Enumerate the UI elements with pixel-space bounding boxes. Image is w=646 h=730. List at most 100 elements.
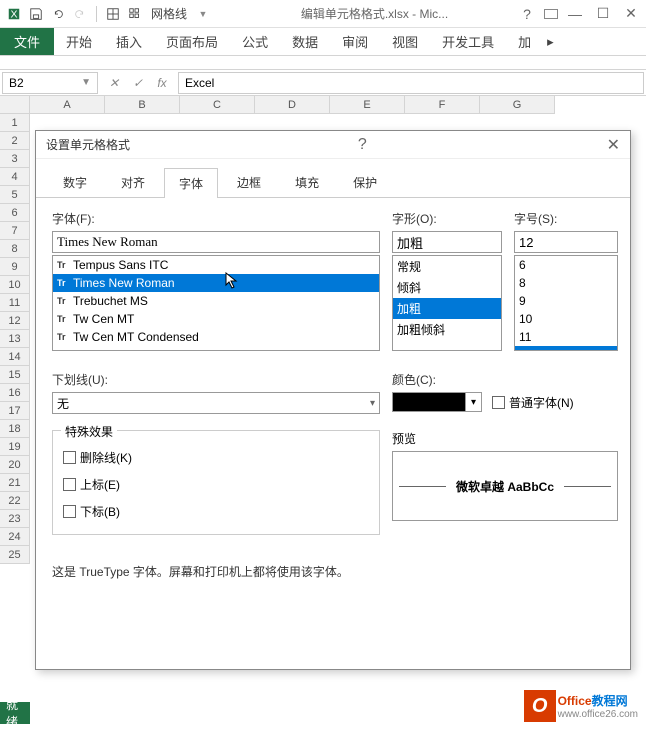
font-listbox[interactable]: TrTempus Sans ITC TrTimes New Roman TrTr… bbox=[52, 255, 380, 351]
size-input[interactable] bbox=[514, 231, 618, 253]
ribbon-overflow-icon[interactable]: ▸ bbox=[543, 28, 558, 55]
tab-data[interactable]: 数据 bbox=[280, 28, 330, 55]
tab-alignment[interactable]: 对齐 bbox=[106, 167, 160, 197]
fx-icon[interactable]: fx bbox=[152, 73, 172, 93]
row-header[interactable]: 9 bbox=[0, 258, 30, 276]
tab-layout[interactable]: 页面布局 bbox=[154, 28, 230, 55]
list-item[interactable]: 11 bbox=[515, 328, 617, 346]
size-listbox[interactable]: 6 8 9 10 11 12 bbox=[514, 255, 618, 351]
dialog-close-icon[interactable]: ✕ bbox=[607, 135, 620, 155]
row-header[interactable]: 2 bbox=[0, 132, 30, 150]
list-item[interactable]: 8 bbox=[515, 274, 617, 292]
borders-icon[interactable] bbox=[103, 4, 123, 24]
row-header[interactable]: 10 bbox=[0, 276, 30, 294]
help-icon[interactable]: ? bbox=[516, 6, 538, 22]
tab-border[interactable]: 边框 bbox=[222, 167, 276, 197]
tab-fill[interactable]: 填充 bbox=[280, 167, 334, 197]
row-header[interactable]: 19 bbox=[0, 438, 30, 456]
list-item[interactable]: 常规 bbox=[393, 256, 501, 277]
excel-icon[interactable]: X bbox=[4, 4, 24, 24]
col-header[interactable]: B bbox=[105, 96, 180, 114]
row-header[interactable]: 14 bbox=[0, 348, 30, 366]
minimize-icon[interactable]: — bbox=[564, 6, 586, 22]
row-header[interactable]: 16 bbox=[0, 384, 30, 402]
chevron-down-icon[interactable]: ▼ bbox=[81, 77, 91, 88]
select-all-button[interactable] bbox=[0, 96, 30, 114]
list-item[interactable]: 12 bbox=[515, 346, 617, 351]
row-header[interactable]: 3 bbox=[0, 150, 30, 168]
list-item[interactable]: 加粗倾斜 bbox=[393, 319, 501, 340]
underline-select[interactable]: 无 ▾ bbox=[52, 392, 380, 414]
tab-home[interactable]: 开始 bbox=[54, 28, 104, 55]
col-header[interactable]: E bbox=[330, 96, 405, 114]
row-header[interactable]: 4 bbox=[0, 168, 30, 186]
col-header[interactable]: G bbox=[480, 96, 555, 114]
superscript-checkbox[interactable]: 上标(E) bbox=[63, 476, 369, 493]
row-header[interactable]: 1 bbox=[0, 114, 30, 132]
row-header[interactable]: 6 bbox=[0, 204, 30, 222]
enter-icon[interactable]: ✓ bbox=[128, 73, 148, 93]
row-header[interactable]: 17 bbox=[0, 402, 30, 420]
row-header[interactable]: 11 bbox=[0, 294, 30, 312]
cancel-icon[interactable]: ✕ bbox=[104, 73, 124, 93]
col-header[interactable]: D bbox=[255, 96, 330, 114]
tab-insert[interactable]: 插入 bbox=[104, 28, 154, 55]
tab-protection[interactable]: 保护 bbox=[338, 167, 392, 197]
strikethrough-checkbox[interactable]: 删除线(K) bbox=[63, 449, 369, 466]
gridlines-label[interactable]: 网格线 bbox=[147, 5, 191, 22]
formula-input[interactable]: Excel bbox=[178, 72, 644, 94]
list-item[interactable]: TrTw Cen MT Condensed bbox=[53, 328, 379, 346]
ribbon-display-icon[interactable] bbox=[544, 9, 558, 19]
row-header[interactable]: 22 bbox=[0, 492, 30, 510]
grid-icon[interactable] bbox=[125, 4, 145, 24]
list-item[interactable]: 9 bbox=[515, 292, 617, 310]
undo-icon[interactable] bbox=[48, 4, 68, 24]
tab-font[interactable]: 字体 bbox=[164, 168, 218, 198]
row-header[interactable]: 8 bbox=[0, 240, 30, 258]
list-item[interactable]: TrTw Cen MT Condensed Extra Bold bbox=[53, 346, 379, 351]
subscript-checkbox[interactable]: 下标(B) bbox=[63, 503, 369, 520]
col-header[interactable]: C bbox=[180, 96, 255, 114]
row-header[interactable]: 12 bbox=[0, 312, 30, 330]
tab-view[interactable]: 视图 bbox=[380, 28, 430, 55]
tab-developer[interactable]: 开发工具 bbox=[430, 28, 506, 55]
row-header[interactable]: 13 bbox=[0, 330, 30, 348]
tab-more[interactable]: 加 bbox=[506, 28, 543, 55]
name-box[interactable]: B2 ▼ bbox=[2, 72, 98, 94]
tab-number[interactable]: 数字 bbox=[48, 167, 102, 197]
list-item[interactable]: 10 bbox=[515, 310, 617, 328]
list-item[interactable]: TrTw Cen MT bbox=[53, 310, 379, 328]
col-header[interactable]: A bbox=[30, 96, 105, 114]
list-item[interactable]: 加粗 bbox=[393, 298, 501, 319]
row-header[interactable]: 7 bbox=[0, 222, 30, 240]
list-item[interactable]: 6 bbox=[515, 256, 617, 274]
row-header[interactable]: 5 bbox=[0, 186, 30, 204]
maximize-icon[interactable]: ☐ bbox=[592, 5, 614, 22]
redo-icon[interactable] bbox=[70, 4, 90, 24]
row-header[interactable]: 20 bbox=[0, 456, 30, 474]
list-item[interactable]: TrTrebuchet MS bbox=[53, 292, 379, 310]
dialog-help-icon[interactable]: ? bbox=[358, 136, 367, 154]
tab-review[interactable]: 审阅 bbox=[330, 28, 380, 55]
row-header[interactable]: 24 bbox=[0, 528, 30, 546]
row-header[interactable]: 23 bbox=[0, 510, 30, 528]
save-icon[interactable] bbox=[26, 4, 46, 24]
row-header[interactable]: 18 bbox=[0, 420, 30, 438]
qat-dropdown-icon[interactable]: ▼ bbox=[193, 4, 213, 24]
tab-file[interactable]: 文件 bbox=[0, 28, 54, 55]
font-input[interactable] bbox=[52, 231, 380, 253]
tab-formulas[interactable]: 公式 bbox=[230, 28, 280, 55]
list-item[interactable]: TrTimes New Roman bbox=[53, 274, 379, 292]
normal-font-checkbox[interactable]: 普通字体(N) bbox=[492, 394, 574, 411]
style-listbox[interactable]: 常规 倾斜 加粗 加粗倾斜 bbox=[392, 255, 502, 351]
col-header[interactable]: F bbox=[405, 96, 480, 114]
color-select[interactable]: ▾ bbox=[392, 392, 482, 412]
row-header[interactable]: 25 bbox=[0, 546, 30, 564]
close-icon[interactable]: ✕ bbox=[620, 5, 642, 22]
list-item[interactable]: 倾斜 bbox=[393, 277, 501, 298]
list-item[interactable]: TrTempus Sans ITC bbox=[53, 256, 379, 274]
dialog-titlebar[interactable]: 设置单元格格式 ? ✕ bbox=[36, 131, 630, 159]
row-header[interactable]: 21 bbox=[0, 474, 30, 492]
style-input[interactable] bbox=[392, 231, 502, 253]
row-header[interactable]: 15 bbox=[0, 366, 30, 384]
